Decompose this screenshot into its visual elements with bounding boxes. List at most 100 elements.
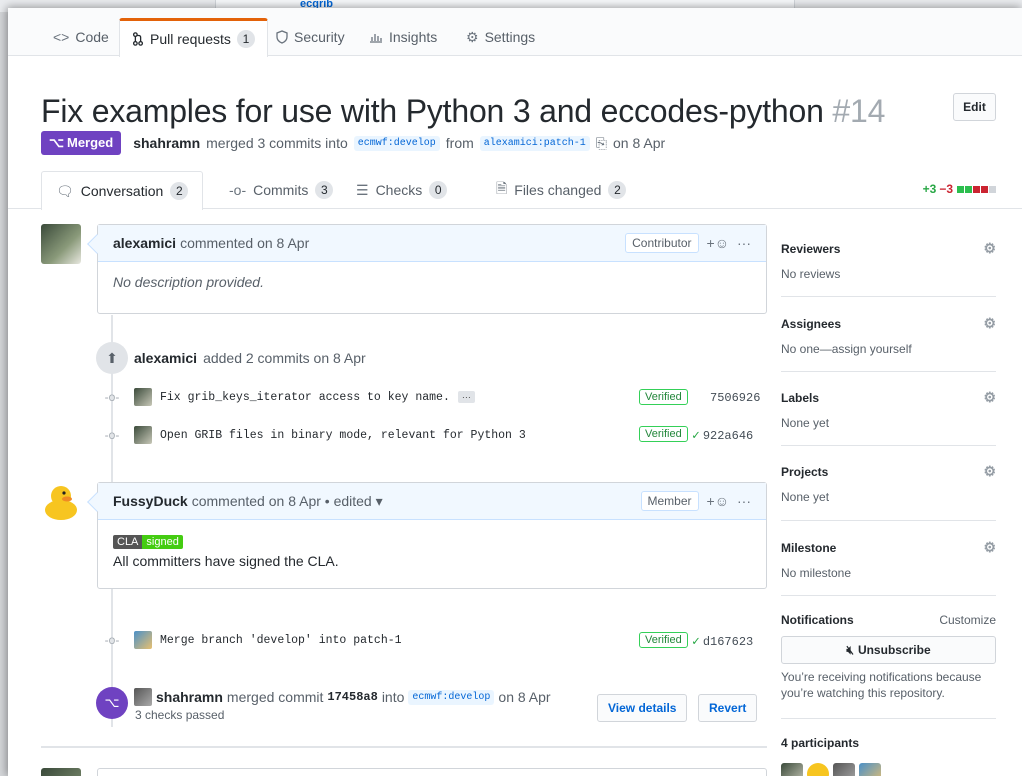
comment-author[interactable]: alexamici <box>113 235 176 251</box>
commit-icon: -o- <box>104 428 120 442</box>
merge-event-text: merged commit <box>226 689 324 705</box>
merge-date: on 8 Apr <box>613 135 666 151</box>
pull-request-window: <> Code Pull requests 1 Security Insight… <box>8 8 1022 776</box>
commit-message[interactable]: Fix grib_keys_iterator access to key nam… <box>160 391 450 404</box>
gear-icon: ⚙ <box>466 28 479 45</box>
tab-insights[interactable]: Insights <box>357 18 449 56</box>
revert-button[interactable]: Revert <box>698 694 758 722</box>
tab-checks[interactable]: ☰ Checks 0 <box>342 171 461 209</box>
merge-commit-sha[interactable]: 17458a8 <box>327 690 377 704</box>
commits-event: ⬆ alexamici added 2 commits on 8 Apr <box>96 342 366 374</box>
merge-icon: ⌥ <box>96 687 128 719</box>
sidebar-reviewers-value: No reviews <box>781 267 841 281</box>
head-branch[interactable]: alexamici:patch-1 <box>479 135 590 151</box>
comment-discussion-icon: 🗨 <box>56 182 74 199</box>
copy-icon[interactable]: ⎘ <box>596 135 607 152</box>
participant-avatar[interactable] <box>807 763 829 776</box>
comment-body: CLA signed All committers have signed the… <box>98 520 766 581</box>
avatar[interactable] <box>41 224 81 264</box>
merged-badge: ⌥ Merged <box>41 131 122 155</box>
duck-icon <box>45 486 77 520</box>
comment-action[interactable]: commented on 8 Apr • edited ▾ <box>192 493 383 510</box>
sidebar-labels-title[interactable]: Labels <box>781 391 819 405</box>
kebab-menu-icon[interactable]: ··· <box>737 235 751 251</box>
edit-button[interactable]: Edit <box>953 93 996 121</box>
checklist-icon: ☰ <box>356 181 369 198</box>
sidebar-notifications: Notifications Customize <box>781 613 996 627</box>
add-reaction-icon[interactable]: +☺ <box>707 235 729 251</box>
sidebar-assignees-title[interactable]: Assignees <box>781 317 841 331</box>
verified-badge[interactable]: Verified <box>639 389 688 405</box>
participant-avatar[interactable] <box>781 763 803 776</box>
tab-files-changed[interactable]: 🗎 Files changed 2 <box>482 171 640 209</box>
merge-target-branch[interactable]: ecmwf:develop <box>408 689 495 705</box>
avatar[interactable] <box>134 388 152 406</box>
sidebar-milestone: Milestone ⚙ No milestone <box>781 539 996 580</box>
gear-icon[interactable]: ⚙ <box>983 389 996 406</box>
comment-author[interactable]: FussyDuck <box>113 493 188 509</box>
gear-icon[interactable]: ⚙ <box>983 539 996 556</box>
commits-count: 3 <box>315 181 334 199</box>
sidebar-milestone-value: No milestone <box>781 566 852 580</box>
commit-message[interactable]: Merge branch 'develop' into patch-1 <box>160 634 402 647</box>
kebab-menu-icon[interactable]: ··· <box>737 493 751 509</box>
tab-commits-label: Commits <box>253 182 309 198</box>
tab-pull-requests[interactable]: Pull requests 1 <box>119 18 268 57</box>
add-reaction-icon[interactable]: +☺ <box>707 493 729 509</box>
conversation-count: 2 <box>170 182 189 200</box>
from-text: from <box>445 135 474 151</box>
files-changed-count: 2 <box>608 181 627 199</box>
shield-icon <box>276 30 288 44</box>
base-branch[interactable]: ecmwf:develop <box>353 135 440 151</box>
gear-icon[interactable]: ⚙ <box>983 315 996 332</box>
unsubscribe-button[interactable]: 🔇︎ Unsubscribe <box>781 636 996 664</box>
tab-settings[interactable]: ⚙ Settings <box>454 18 547 56</box>
event-author[interactable]: alexamici <box>134 350 197 366</box>
commit-sha-text: d167623 <box>702 634 754 649</box>
comment-box: FussyDuck commented on 8 Apr • edited ▾ … <box>87 482 767 589</box>
pr-tabs: 🗨 Conversation 2 -o- Commits 3 ☰ Checks … <box>8 171 1022 210</box>
avatar[interactable] <box>41 768 81 776</box>
sidebar-milestone-title[interactable]: Milestone <box>781 541 836 555</box>
avatar[interactable] <box>41 482 81 522</box>
gear-icon[interactable]: ⚙ <box>983 240 996 257</box>
notifications-note: You’re receiving notifications because y… <box>781 670 982 700</box>
tab-commits[interactable]: -o- Commits 3 <box>215 171 347 209</box>
timeline-divider <box>41 746 767 748</box>
participant-avatar[interactable] <box>833 763 855 776</box>
gear-icon[interactable]: ⚙ <box>983 463 996 480</box>
tab-files-changed-label: Files changed <box>514 182 602 198</box>
sidebar-projects-title[interactable]: Projects <box>781 465 828 479</box>
comment-text: All committers have signed the CLA. <box>113 553 339 569</box>
commit-sha[interactable]: ✓ d167623 <box>692 634 753 649</box>
participant-avatar[interactable] <box>859 763 881 776</box>
sidebar-assignees-value[interactable]: No one—assign yourself <box>781 342 996 356</box>
sidebar-reviewers-title[interactable]: Reviewers <box>781 242 840 256</box>
role-badge: Contributor <box>625 233 699 253</box>
comment-box <box>97 768 767 776</box>
diffstat: +3 −3 <box>923 182 996 196</box>
commit-message[interactable]: Open GRIB files in binary mode, relevant… <box>160 429 526 442</box>
commit-sha[interactable]: ✓ 922a646 <box>692 428 753 443</box>
tab-conversation[interactable]: 🗨 Conversation 2 <box>41 171 204 210</box>
expand-message-button[interactable]: ··· <box>457 391 475 403</box>
cla-badge[interactable]: CLA signed <box>113 535 183 549</box>
role-badge: Member <box>640 491 699 511</box>
commit-sha[interactable]: 7506926 <box>710 391 760 405</box>
page-title: Fix examples for use with Python 3 and e… <box>41 91 885 131</box>
pr-author-link[interactable]: shahramn <box>133 135 200 151</box>
tab-security[interactable]: Security <box>264 18 357 56</box>
avatar[interactable] <box>134 426 152 444</box>
customize-link[interactable]: Customize <box>939 613 996 627</box>
view-details-button[interactable]: View details <box>597 694 688 722</box>
code-icon: <> <box>53 29 70 45</box>
tab-code[interactable]: <> Code <box>41 18 121 56</box>
merge-author[interactable]: shahramn <box>156 689 223 705</box>
verified-badge[interactable]: Verified <box>639 632 688 648</box>
avatar[interactable] <box>134 688 152 706</box>
verified-badge[interactable]: Verified <box>639 426 688 442</box>
avatar[interactable] <box>134 631 152 649</box>
tab-code-label: Code <box>75 29 109 45</box>
tab-security-label: Security <box>294 29 345 45</box>
tab-checks-label: Checks <box>375 182 423 198</box>
